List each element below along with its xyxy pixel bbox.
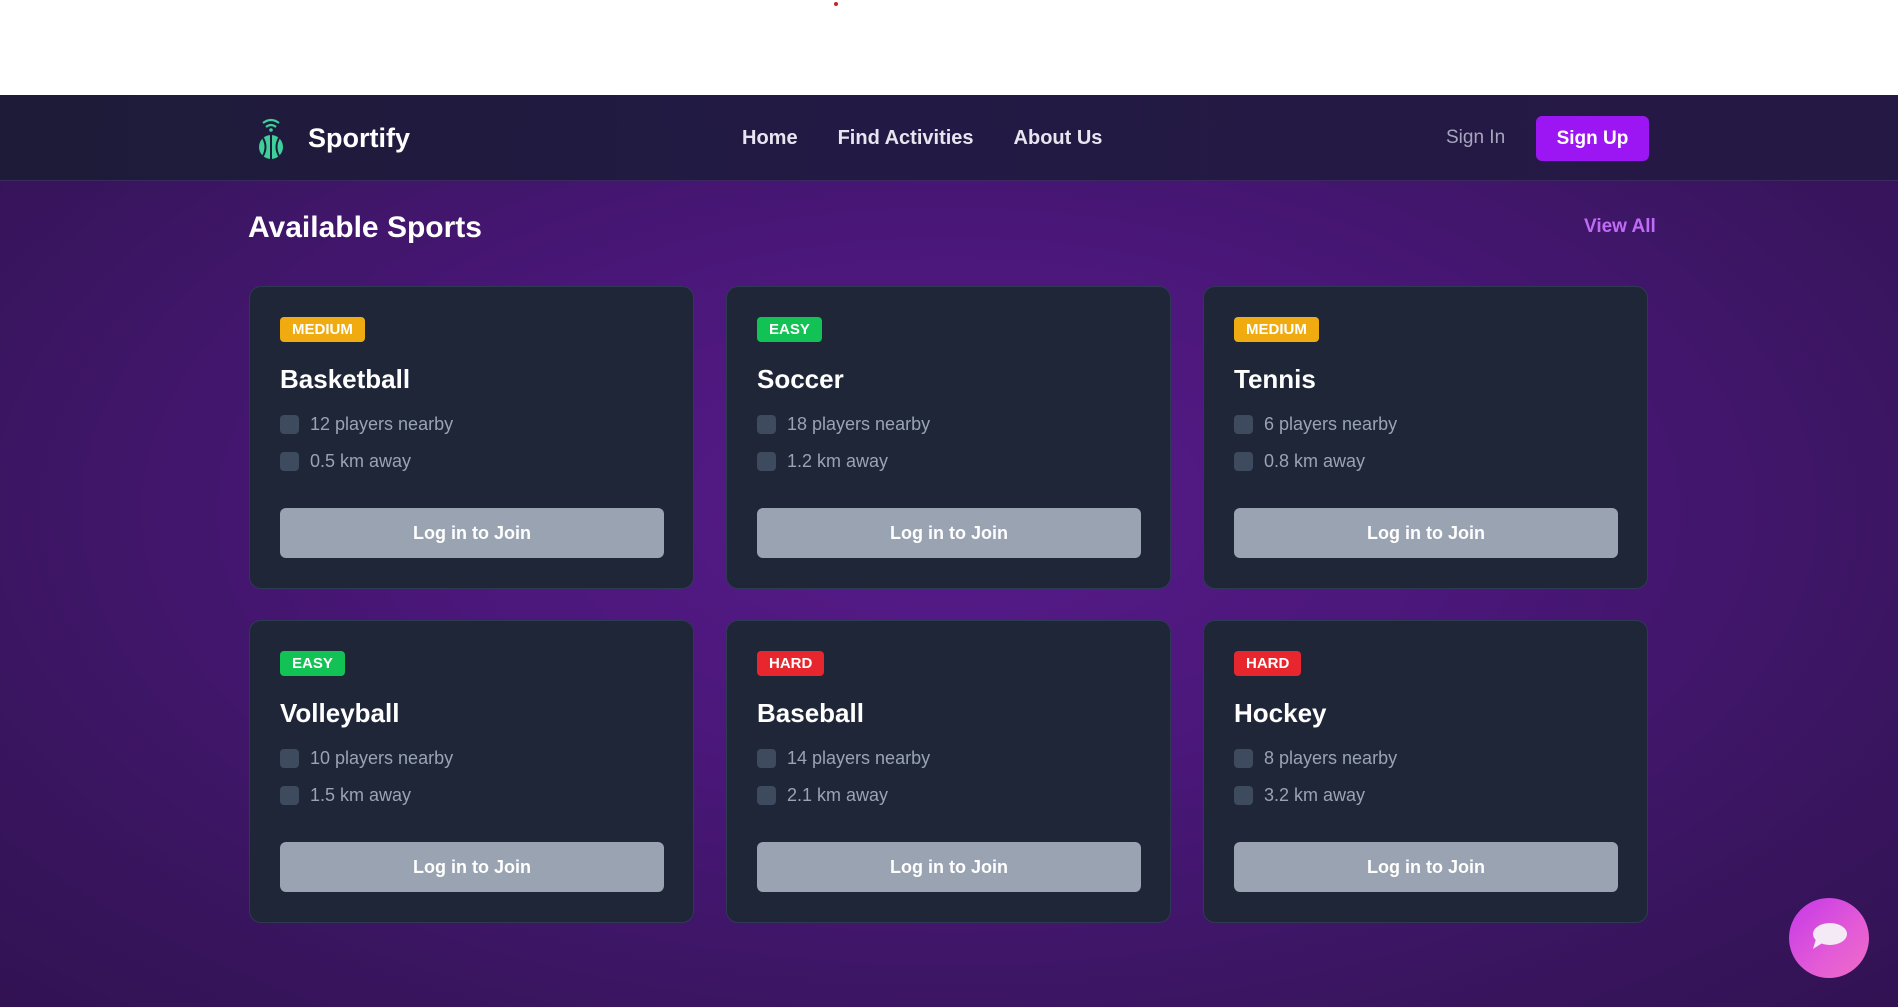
log-in-to-join-button[interactable]: Log in to Join	[280, 842, 664, 892]
players-icon	[757, 415, 776, 434]
log-in-to-join-button[interactable]: Log in to Join	[1234, 508, 1618, 558]
players-icon	[1234, 749, 1253, 768]
distance-row: 1.5 km away	[280, 785, 411, 806]
sport-name: Volleyball	[280, 698, 400, 728]
sport-name: Soccer	[757, 364, 844, 394]
chat-bubble-icon	[1810, 921, 1848, 956]
basketball-signal-icon	[254, 116, 288, 160]
players-row: 8 players nearby	[1234, 748, 1397, 769]
location-icon	[280, 786, 299, 805]
view-all-link[interactable]: View All	[1584, 216, 1656, 238]
page-top-blank	[0, 0, 1898, 95]
players-row: 14 players nearby	[757, 748, 930, 769]
distance-row: 0.5 km away	[280, 451, 411, 472]
players-count: 14 players nearby	[787, 748, 931, 768]
chat-button[interactable]	[1789, 898, 1869, 978]
difficulty-badge: MEDIUM	[1234, 317, 1319, 342]
log-in-to-join-button[interactable]: Log in to Join	[757, 508, 1141, 558]
distance-text: 0.8 km away	[1264, 451, 1366, 471]
players-icon	[757, 749, 776, 768]
difficulty-badge: HARD	[1234, 651, 1302, 676]
location-icon	[280, 452, 299, 471]
players-count: 12 players nearby	[310, 414, 454, 434]
sport-card-tennis: MEDIUM Tennis 6 players nearby 0.8 km aw…	[1203, 286, 1648, 589]
players-row: 18 players nearby	[757, 414, 930, 435]
stray-dot	[834, 2, 838, 6]
log-in-to-join-button[interactable]: Log in to Join	[757, 842, 1141, 892]
sport-card-basketball: MEDIUM Basketball 12 players nearby 0.5 …	[249, 286, 694, 589]
distance-text: 1.2 km away	[787, 451, 889, 471]
sport-card-baseball: HARD Baseball 14 players nearby 2.1 km a…	[726, 620, 1171, 923]
players-icon	[1234, 415, 1253, 434]
difficulty-badge: EASY	[280, 651, 345, 676]
brand-name: Sportify	[308, 122, 411, 153]
players-icon	[280, 415, 299, 434]
distance-text: 2.1 km away	[787, 785, 889, 805]
nav-link-find-activities[interactable]: Find Activities	[838, 127, 974, 150]
log-in-to-join-button[interactable]: Log in to Join	[1234, 842, 1618, 892]
location-icon	[1234, 786, 1253, 805]
nav-links: Home Find Activities About Us	[742, 95, 1142, 181]
log-in-to-join-button[interactable]: Log in to Join	[280, 508, 664, 558]
distance-text: 1.5 km away	[310, 785, 412, 805]
difficulty-badge: HARD	[757, 651, 825, 676]
location-icon	[1234, 452, 1253, 471]
players-count: 8 players nearby	[1264, 748, 1398, 768]
sport-name: Baseball	[757, 698, 864, 728]
sport-name: Hockey	[1234, 698, 1327, 728]
players-count: 18 players nearby	[787, 414, 931, 434]
players-row: 12 players nearby	[280, 414, 453, 435]
nav-link-about-us[interactable]: About Us	[1014, 127, 1103, 150]
sport-card-soccer: EASY Soccer 18 players nearby 1.2 km awa…	[726, 286, 1171, 589]
players-row: 10 players nearby	[280, 748, 453, 769]
sport-card-volleyball: EASY Volleyball 10 players nearby 1.5 km…	[249, 620, 694, 923]
sport-card-hockey: HARD Hockey 8 players nearby 3.2 km away…	[1203, 620, 1648, 923]
distance-text: 3.2 km away	[1264, 785, 1366, 805]
navbar: Sportify Home Find Activities About Us S…	[0, 95, 1898, 181]
distance-text: 0.5 km away	[310, 451, 412, 471]
distance-row: 3.2 km away	[1234, 785, 1365, 806]
sport-name: Tennis	[1234, 364, 1316, 394]
main-content: Available Sports View All MEDIUM Basketb…	[0, 181, 1898, 1007]
players-row: 6 players nearby	[1234, 414, 1397, 435]
sport-name: Basketball	[280, 364, 411, 394]
distance-row: 1.2 km away	[757, 451, 888, 472]
difficulty-badge: EASY	[757, 317, 822, 342]
location-icon	[757, 786, 776, 805]
distance-row: 2.1 km away	[757, 785, 888, 806]
players-count: 6 players nearby	[1264, 414, 1398, 434]
players-icon	[280, 749, 299, 768]
page-title: Available Sports	[248, 211, 482, 244]
location-icon	[757, 452, 776, 471]
sign-up-button[interactable]: Sign Up	[1536, 116, 1649, 161]
difficulty-badge: MEDIUM	[280, 317, 365, 342]
distance-row: 0.8 km away	[1234, 451, 1365, 472]
nav-link-home[interactable]: Home	[742, 127, 798, 150]
brand[interactable]: Sportify	[254, 113, 410, 163]
sign-in-link[interactable]: Sign In	[1446, 95, 1505, 181]
players-count: 10 players nearby	[310, 748, 454, 768]
